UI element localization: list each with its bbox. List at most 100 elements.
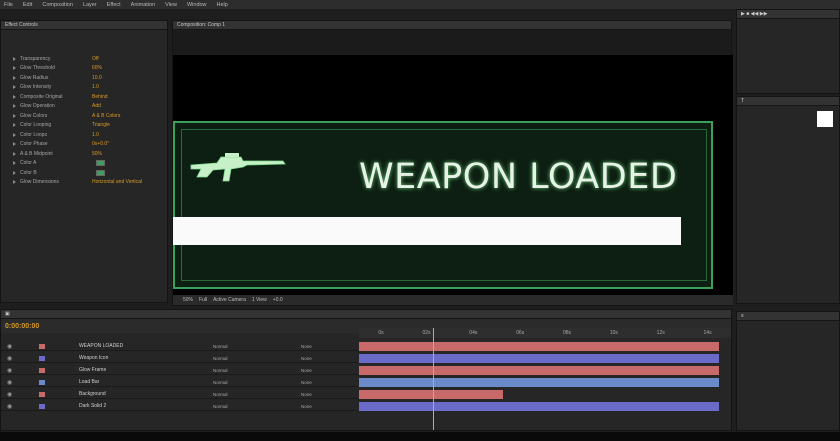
viewer-option[interactable]: 50% bbox=[183, 297, 193, 303]
timecode[interactable]: 0:00:00:00 bbox=[5, 323, 39, 330]
effect-property-row[interactable]: Glow Radius 10.0 bbox=[1, 73, 167, 83]
effect-property-row[interactable]: Composite Original Behind bbox=[1, 92, 167, 102]
viewer-option[interactable]: 1 View bbox=[252, 297, 267, 303]
visibility-eye-icon[interactable]: ◉ bbox=[7, 355, 12, 362]
menu-item[interactable]: Effect bbox=[107, 2, 121, 8]
effect-property-row[interactable]: Color Phase 0x+0.0° bbox=[1, 140, 167, 150]
layer-name[interactable]: WEAPON LOADED bbox=[79, 343, 123, 349]
layer-duration-bar[interactable] bbox=[359, 342, 719, 351]
expand-triangle-icon[interactable] bbox=[13, 180, 16, 185]
property-value[interactable]: 50% bbox=[92, 151, 102, 157]
effect-controls-tab[interactable]: Effect Controls bbox=[1, 21, 167, 30]
layer-name[interactable]: Weapon Icon bbox=[79, 355, 108, 361]
visibility-eye-icon[interactable]: ◉ bbox=[7, 379, 12, 386]
effect-property-row[interactable]: Glow Operation Add bbox=[1, 102, 167, 112]
menu-item[interactable]: Composition bbox=[42, 2, 73, 8]
property-value[interactable]: Triangle bbox=[92, 122, 110, 128]
layer-mode[interactable]: Normal bbox=[213, 380, 228, 385]
time-ruler[interactable]: 0s 02s 04s 06s 08s 10s 12s 14s bbox=[359, 328, 731, 338]
effect-property-row[interactable]: Glow Colors A & B Colors bbox=[1, 111, 167, 121]
expand-triangle-icon[interactable] bbox=[13, 132, 16, 137]
playhead[interactable] bbox=[433, 328, 434, 430]
viewer-option[interactable]: Full bbox=[199, 297, 207, 303]
expand-triangle-icon[interactable] bbox=[13, 151, 16, 156]
expand-triangle-icon[interactable] bbox=[13, 142, 16, 147]
color-swatch[interactable] bbox=[96, 160, 105, 167]
menu-item[interactable]: Help bbox=[217, 2, 228, 8]
layer-mode[interactable]: Normal bbox=[213, 368, 228, 373]
property-value[interactable]: 60% bbox=[92, 65, 102, 71]
visibility-eye-icon[interactable]: ◉ bbox=[7, 403, 12, 410]
property-value[interactable]: Behind bbox=[92, 94, 108, 100]
layer-duration-bar[interactable] bbox=[359, 402, 719, 411]
expand-triangle-icon[interactable] bbox=[13, 75, 16, 80]
property-value[interactable]: Horizontal and Vertical bbox=[92, 179, 142, 185]
layer-color-label[interactable] bbox=[39, 379, 45, 385]
layer-mode[interactable]: Normal bbox=[213, 404, 228, 409]
layer-color-label[interactable] bbox=[39, 403, 45, 409]
visibility-eye-icon[interactable]: ◉ bbox=[7, 391, 12, 398]
menu-item[interactable]: File bbox=[4, 2, 13, 8]
viewer-option[interactable]: +0.0 bbox=[273, 297, 283, 303]
layer-row[interactable]: ◉ Dark Solid 2 Normal None bbox=[1, 402, 358, 411]
layer-row[interactable]: ◉ Weapon Icon Normal None bbox=[1, 354, 358, 363]
timeline-tab[interactable]: ▣ bbox=[1, 310, 731, 319]
property-value[interactable]: 0x+0.0° bbox=[92, 141, 109, 147]
layer-duration-bar[interactable] bbox=[359, 390, 503, 399]
property-value[interactable]: 10.0 bbox=[92, 75, 102, 81]
layer-duration-bar[interactable] bbox=[359, 378, 719, 387]
visibility-eye-icon[interactable]: ◉ bbox=[7, 343, 12, 350]
menu-item[interactable]: Window bbox=[187, 2, 207, 8]
expand-triangle-icon[interactable] bbox=[13, 104, 16, 109]
layer-duration-bar[interactable] bbox=[359, 366, 719, 375]
layer-color-label[interactable] bbox=[39, 343, 45, 349]
preview-tab[interactable]: ▶ ■ ◀◀ ▶▶ bbox=[737, 10, 839, 19]
layer-row[interactable]: ◉ WEAPON LOADED Normal None bbox=[1, 342, 358, 351]
layer-color-label[interactable] bbox=[39, 367, 45, 373]
expand-triangle-icon[interactable] bbox=[13, 94, 16, 99]
expand-triangle-icon[interactable] bbox=[13, 56, 16, 61]
layer-color-label[interactable] bbox=[39, 391, 45, 397]
layer-row[interactable]: ◉ Load Bar Normal None bbox=[1, 378, 358, 387]
color-swatch[interactable] bbox=[96, 169, 105, 176]
effect-property-row[interactable]: Glow Threshold 60% bbox=[1, 64, 167, 74]
composition-stage[interactable]: WEAPON LOADED bbox=[173, 55, 733, 305]
menu-item[interactable]: View bbox=[165, 2, 177, 8]
menu-item[interactable]: Edit bbox=[23, 2, 32, 8]
property-value[interactable]: A & B Colors bbox=[92, 113, 120, 119]
effect-property-row[interactable]: Transparency Off bbox=[1, 54, 167, 64]
layer-parent[interactable]: None bbox=[301, 344, 312, 349]
align-tab[interactable]: ≡ bbox=[737, 312, 839, 321]
layer-row[interactable]: ◉ Glow Frame Normal None bbox=[1, 366, 358, 375]
layer-mode[interactable]: Normal bbox=[213, 392, 228, 397]
layer-parent[interactable]: None bbox=[301, 380, 312, 385]
property-value[interactable]: 1.0 bbox=[92, 84, 99, 90]
effect-property-row[interactable]: Color Looping Triangle bbox=[1, 121, 167, 131]
expand-triangle-icon[interactable] bbox=[13, 123, 16, 128]
expand-triangle-icon[interactable] bbox=[13, 85, 16, 90]
property-value[interactable]: Add bbox=[92, 103, 101, 109]
property-value[interactable]: Off bbox=[92, 56, 99, 62]
expand-triangle-icon[interactable] bbox=[13, 66, 16, 71]
viewer-option[interactable]: Active Camera bbox=[213, 297, 246, 303]
menu-item[interactable]: Layer bbox=[83, 2, 97, 8]
layer-duration-bar[interactable] bbox=[359, 354, 719, 363]
layer-parent[interactable]: None bbox=[301, 404, 312, 409]
expand-triangle-icon[interactable] bbox=[13, 113, 16, 118]
layer-name[interactable]: Load Bar bbox=[79, 379, 99, 385]
layer-mode[interactable]: Normal bbox=[213, 356, 228, 361]
visibility-eye-icon[interactable]: ◉ bbox=[7, 367, 12, 374]
layer-parent[interactable]: None bbox=[301, 356, 312, 361]
layer-color-label[interactable] bbox=[39, 355, 45, 361]
fill-color-swatch[interactable] bbox=[817, 111, 833, 127]
layer-name[interactable]: Dark Solid 2 bbox=[79, 403, 106, 409]
property-value[interactable]: 1.0 bbox=[92, 132, 99, 138]
effect-property-row[interactable]: Glow Dimensions Horizontal and Vertical bbox=[1, 178, 167, 188]
layer-name[interactable]: Background bbox=[79, 391, 106, 397]
composition-tab[interactable]: Composition: Comp 1 bbox=[173, 21, 731, 30]
layer-name[interactable]: Glow Frame bbox=[79, 367, 106, 373]
layer-row[interactable]: ◉ Background Normal None bbox=[1, 390, 358, 399]
layer-parent[interactable]: None bbox=[301, 392, 312, 397]
effect-property-row[interactable]: A & B Midpoint 50% bbox=[1, 149, 167, 159]
effect-property-row[interactable]: Color B bbox=[1, 168, 167, 178]
